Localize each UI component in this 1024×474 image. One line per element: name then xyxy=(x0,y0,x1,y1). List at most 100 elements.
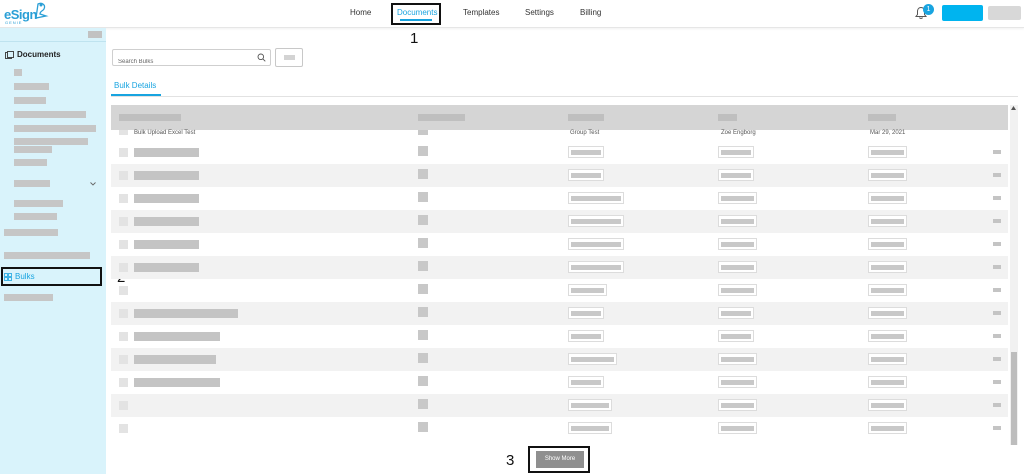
row-actions-icon[interactable] xyxy=(993,357,1001,361)
sidebar-subitem-expandable[interactable] xyxy=(14,180,50,187)
row-checkbox[interactable] xyxy=(119,263,128,272)
column-header[interactable] xyxy=(119,114,181,121)
row-owner xyxy=(718,353,757,365)
row-group xyxy=(568,307,604,319)
sidebar-item[interactable] xyxy=(4,294,53,301)
row-checkbox[interactable] xyxy=(119,130,128,135)
sidebar-subitem[interactable] xyxy=(14,111,86,118)
row-name xyxy=(134,148,199,157)
row-checkbox[interactable] xyxy=(119,286,128,295)
sidebar-subitem[interactable] xyxy=(14,97,46,104)
nav-templates[interactable]: Templates xyxy=(463,8,499,17)
row-actions-icon[interactable] xyxy=(993,150,1001,154)
row-checkbox[interactable] xyxy=(119,378,128,387)
column-header[interactable] xyxy=(868,114,896,121)
row-actions-icon[interactable] xyxy=(993,426,1001,430)
search-box xyxy=(112,49,271,70)
scroll-up-arrow-icon[interactable] xyxy=(1011,106,1016,110)
row-name xyxy=(134,240,199,249)
row-checkbox[interactable] xyxy=(119,401,128,410)
table-scrollbar-thumb[interactable] xyxy=(1011,352,1017,445)
table-row[interactable] xyxy=(111,210,1008,233)
row-actions-icon[interactable] xyxy=(993,265,1001,269)
sidebar-item[interactable] xyxy=(4,229,58,236)
table-row[interactable] xyxy=(111,256,1008,279)
table-row[interactable] xyxy=(111,348,1008,371)
row-checkbox[interactable] xyxy=(119,240,128,249)
row-owner-placeholder xyxy=(721,288,754,293)
sidebar-item[interactable] xyxy=(4,252,90,259)
row-actions-icon[interactable] xyxy=(993,403,1001,407)
search-input[interactable] xyxy=(113,54,253,70)
callout-number-3: 3 xyxy=(506,452,515,469)
column-header[interactable] xyxy=(718,114,737,121)
primary-action-button[interactable] xyxy=(942,5,983,21)
row-actions-icon[interactable] xyxy=(993,334,1001,338)
row-actions-icon[interactable] xyxy=(993,196,1001,200)
row-actions-icon[interactable] xyxy=(993,173,1001,177)
sidebar-subitem[interactable] xyxy=(14,69,22,76)
sidebar-subitem[interactable] xyxy=(14,146,52,153)
row-owner-placeholder xyxy=(721,403,754,408)
row-date xyxy=(868,330,907,342)
column-header[interactable] xyxy=(418,114,465,121)
table-row[interactable] xyxy=(111,279,1008,302)
sidebar-subitem[interactable] xyxy=(14,159,47,166)
row-owner-placeholder xyxy=(721,265,754,270)
row-checkbox[interactable] xyxy=(119,148,128,157)
row-checkbox[interactable] xyxy=(119,309,128,318)
esign-genie-logo[interactable]: eSign GENIE xyxy=(4,1,50,27)
row-status xyxy=(418,353,428,363)
table-row[interactable]: Bulk Upload Excel Test Group Test Zoe En… xyxy=(111,130,1008,141)
sidebar-subitem[interactable] xyxy=(14,125,96,132)
table-row[interactable] xyxy=(111,233,1008,256)
row-actions-icon[interactable] xyxy=(993,288,1001,292)
row-group xyxy=(568,215,624,227)
row-checkbox[interactable] xyxy=(119,171,128,180)
table-row[interactable] xyxy=(111,417,1008,440)
filter-button[interactable] xyxy=(275,48,303,67)
row-group-placeholder xyxy=(571,150,601,155)
sidebar-item-documents[interactable]: Documents xyxy=(5,50,61,59)
row-date xyxy=(868,169,907,181)
sidebar-collapse-button[interactable] xyxy=(88,31,102,38)
row-name: Bulk Upload Excel Test xyxy=(134,130,196,136)
search-icon[interactable] xyxy=(257,53,266,62)
sidebar-subitem[interactable] xyxy=(14,213,57,220)
nav-billing[interactable]: Billing xyxy=(580,8,601,17)
tab-bulk-details[interactable]: Bulk Details xyxy=(114,81,156,90)
table-row[interactable] xyxy=(111,164,1008,187)
row-checkbox[interactable] xyxy=(119,217,128,226)
nav-home[interactable]: Home xyxy=(350,8,371,17)
row-group-placeholder xyxy=(571,403,609,408)
sidebar-subitem[interactable] xyxy=(14,200,63,207)
row-actions-icon[interactable] xyxy=(993,242,1001,246)
row-owner-placeholder xyxy=(721,357,754,362)
row-actions-icon[interactable] xyxy=(993,380,1001,384)
row-group-placeholder xyxy=(571,311,601,316)
nav-settings[interactable]: Settings xyxy=(525,8,554,17)
sidebar-subitem[interactable] xyxy=(14,138,88,145)
row-group-placeholder xyxy=(571,426,609,431)
row-checkbox[interactable] xyxy=(119,194,128,203)
row-checkbox[interactable] xyxy=(119,424,128,433)
table-row[interactable] xyxy=(111,302,1008,325)
chevron-down-icon[interactable] xyxy=(90,182,96,186)
table-row[interactable] xyxy=(111,371,1008,394)
row-group xyxy=(568,146,604,158)
row-checkbox[interactable] xyxy=(119,355,128,364)
table-row[interactable] xyxy=(111,394,1008,417)
table-row[interactable] xyxy=(111,187,1008,210)
table-row[interactable] xyxy=(111,325,1008,348)
user-menu-button[interactable] xyxy=(988,6,1021,20)
row-checkbox[interactable] xyxy=(119,332,128,341)
row-actions-icon[interactable] xyxy=(993,219,1001,223)
callout-box-bulks xyxy=(1,267,102,286)
row-date-placeholder xyxy=(871,426,904,431)
row-owner-placeholder xyxy=(721,242,754,247)
column-header[interactable] xyxy=(568,114,604,121)
sidebar-subitem[interactable] xyxy=(14,83,49,90)
table-row[interactable] xyxy=(111,141,1008,164)
row-actions-icon[interactable] xyxy=(993,311,1001,315)
callout-number-1: 1 xyxy=(410,30,419,47)
